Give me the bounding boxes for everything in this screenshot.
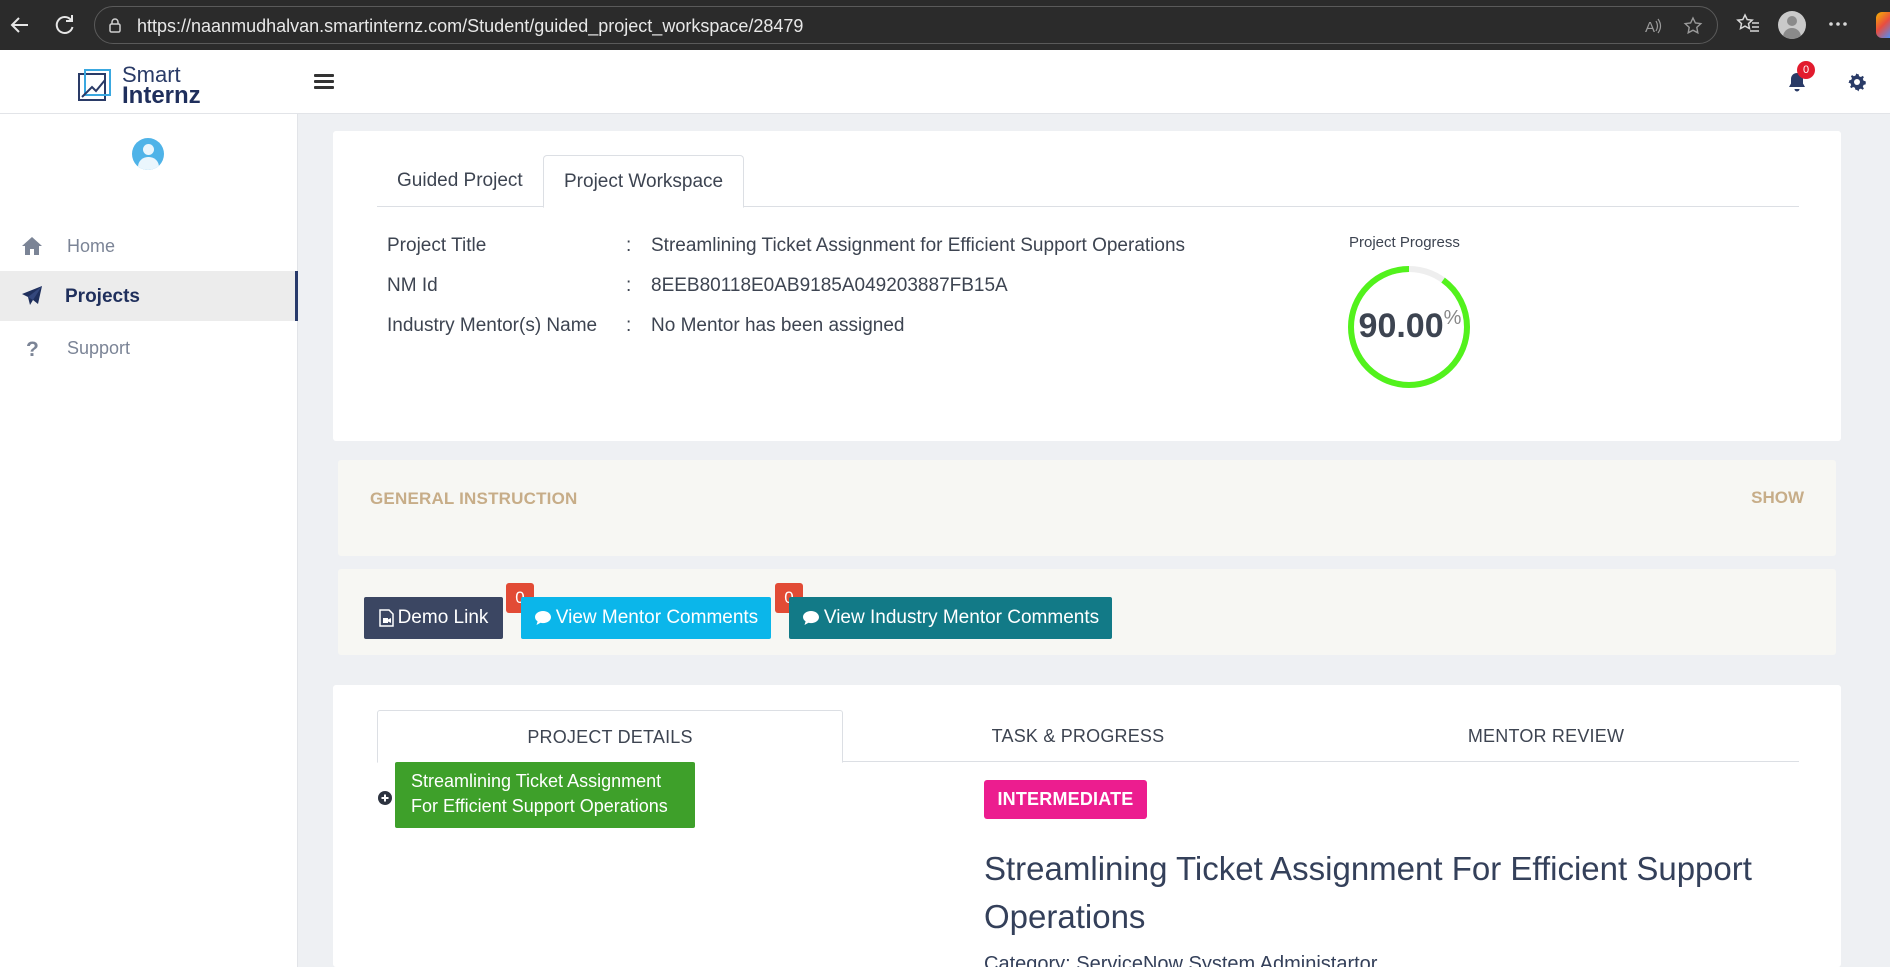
project-title-value: Streamlining Ticket Assignment for Effic… — [651, 235, 1186, 256]
gear-icon[interactable] — [1846, 71, 1868, 93]
more-options-icon[interactable] — [1825, 11, 1851, 37]
browser-toolbar: https://naanmudhalvan.smartinternz.com/S… — [0, 0, 1890, 50]
project-details-card: PROJECT DETAILS TASK & PROGRESS MENTOR R… — [333, 685, 1841, 967]
comment-icon — [534, 610, 551, 625]
browser-profile-icon[interactable] — [1778, 11, 1806, 39]
read-aloud-icon[interactable]: A — [1643, 16, 1663, 36]
sidebar-item-projects[interactable]: Projects — [0, 271, 298, 321]
sidebar-item-support[interactable]: ? Support — [0, 323, 298, 373]
back-icon[interactable] — [6, 11, 34, 39]
copilot-icon[interactable] — [1876, 12, 1890, 38]
sidebar-item-label: Projects — [65, 286, 140, 307]
info-label: Project Title — [387, 235, 487, 256]
smartinternz-logo[interactable]: Smart Internz — [76, 64, 216, 108]
menu-toggle-icon[interactable] — [314, 71, 334, 91]
view-mentor-comments-button[interactable]: View Mentor Comments — [521, 597, 771, 639]
tab-mentor-review[interactable]: MENTOR REVIEW — [1313, 710, 1779, 762]
reload-icon[interactable] — [50, 11, 78, 39]
user-avatar[interactable] — [132, 138, 164, 170]
sidebar-item-label: Support — [67, 338, 131, 358]
info-colon: : — [626, 315, 632, 336]
demo-link-button[interactable]: Demo Link — [364, 597, 503, 639]
notification-badge: 0 — [1797, 61, 1815, 79]
general-instruction-panel: GENERAL INSTRUCTION SHOW — [338, 460, 1836, 556]
progress-label: Project Progress — [1349, 234, 1460, 251]
sidebar-item-label: Home — [67, 236, 116, 256]
comment-icon — [802, 610, 819, 625]
tab-project-details[interactable]: PROJECT DETAILS — [377, 710, 843, 763]
svg-text:A: A — [1645, 19, 1655, 36]
project-tree-item[interactable]: Streamlining Ticket Assignment For Effic… — [395, 762, 695, 828]
mentor-name-value: No Mentor has been assigned — [651, 315, 905, 336]
info-label: NM Id — [387, 275, 438, 296]
nm-id-value: 8EEB80118E0AB9185A049203887FB15A — [651, 275, 1008, 296]
file-video-icon — [378, 609, 394, 627]
expand-plus-icon[interactable] — [377, 790, 393, 806]
sidebar-item-home[interactable]: Home — [0, 221, 298, 271]
url-text[interactable]: https://naanmudhalvan.smartinternz.com/S… — [137, 16, 803, 37]
tab-task-progress[interactable]: TASK & PROGRESS — [845, 710, 1311, 762]
paper-plane-icon — [22, 286, 42, 305]
info-colon: : — [626, 235, 632, 256]
tab-guided-project[interactable]: Guided Project — [377, 155, 543, 207]
progress-value: 90.00% — [1358, 307, 1462, 345]
logo-mark-icon — [78, 69, 111, 101]
details-tabs: PROJECT DETAILS TASK & PROGRESS MENTOR R… — [377, 710, 1799, 763]
home-icon — [22, 237, 42, 255]
favorite-star-icon[interactable] — [1683, 16, 1703, 36]
svg-text:?: ? — [26, 338, 39, 360]
workspace-tabs: Guided Project Project Workspace — [377, 155, 1799, 208]
address-bar[interactable]: https://naanmudhalvan.smartinternz.com/S… — [94, 6, 1718, 44]
general-instruction-title[interactable]: GENERAL INSTRUCTION — [370, 489, 578, 509]
logo-text-internz: Internz — [122, 82, 201, 109]
project-category: Category: ServiceNow System Administarto… — [984, 953, 1378, 967]
question-icon: ? — [26, 338, 39, 360]
project-info-card: Guided Project Project Workspace Project… — [333, 131, 1841, 441]
app-header: Smart Internz 0 — [0, 50, 1890, 114]
view-industry-mentor-comments-button[interactable]: View Industry Mentor Comments — [789, 597, 1112, 639]
info-label: Industry Mentor(s) Name — [387, 315, 598, 336]
favorites-icon[interactable] — [1735, 11, 1761, 37]
project-heading: Streamlining Ticket Assignment For Effic… — [984, 850, 1752, 935]
lock-icon — [109, 18, 121, 33]
show-toggle[interactable]: SHOW — [1751, 488, 1804, 508]
sidebar: Home Projects ? Support — [0, 114, 298, 967]
level-badge: INTERMEDIATE — [984, 780, 1147, 819]
tab-project-workspace[interactable]: Project Workspace — [543, 155, 745, 208]
action-buttons-panel: Demo Link 0 View Mentor Comments 0 View … — [338, 569, 1836, 655]
info-colon: : — [626, 275, 632, 296]
